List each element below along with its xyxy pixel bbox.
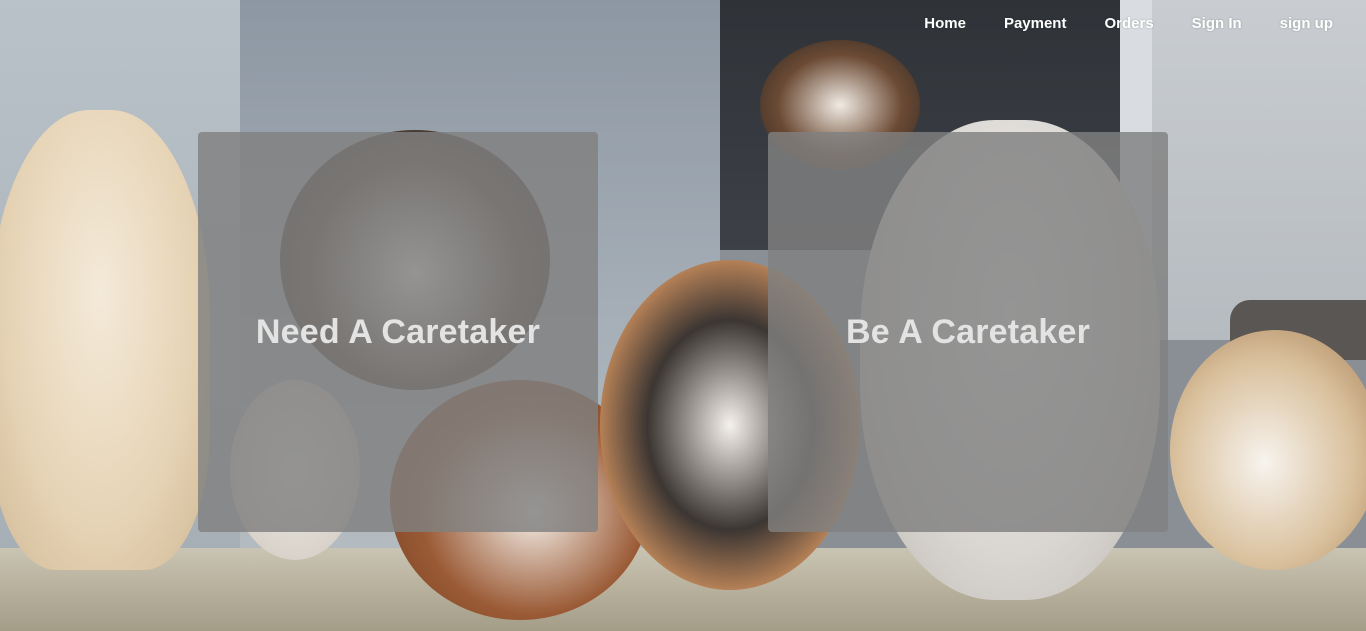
be-caretaker-card[interactable]: Be A Caretaker	[768, 132, 1168, 532]
nav-payment-link[interactable]: Payment	[991, 12, 1080, 36]
be-caretaker-title: Be A Caretaker	[845, 312, 1091, 351]
landing-page: Home Payment Orders Sign In sign up Need…	[0, 0, 1366, 631]
puppy-cream-left	[0, 110, 210, 570]
puppy-cream-right	[1170, 330, 1366, 570]
need-caretaker-title: Need A Caretaker	[255, 312, 541, 351]
nav-sign-up-link[interactable]: sign up	[1267, 12, 1346, 36]
top-navigation: Home Payment Orders Sign In sign up	[899, 12, 1346, 36]
nav-orders-link[interactable]: Orders	[1091, 12, 1166, 36]
nav-sign-in-link[interactable]: Sign In	[1179, 12, 1255, 36]
nav-home-link[interactable]: Home	[911, 12, 979, 36]
need-caretaker-card[interactable]: Need A Caretaker	[198, 132, 598, 532]
background-wall-right	[1152, 0, 1366, 340]
